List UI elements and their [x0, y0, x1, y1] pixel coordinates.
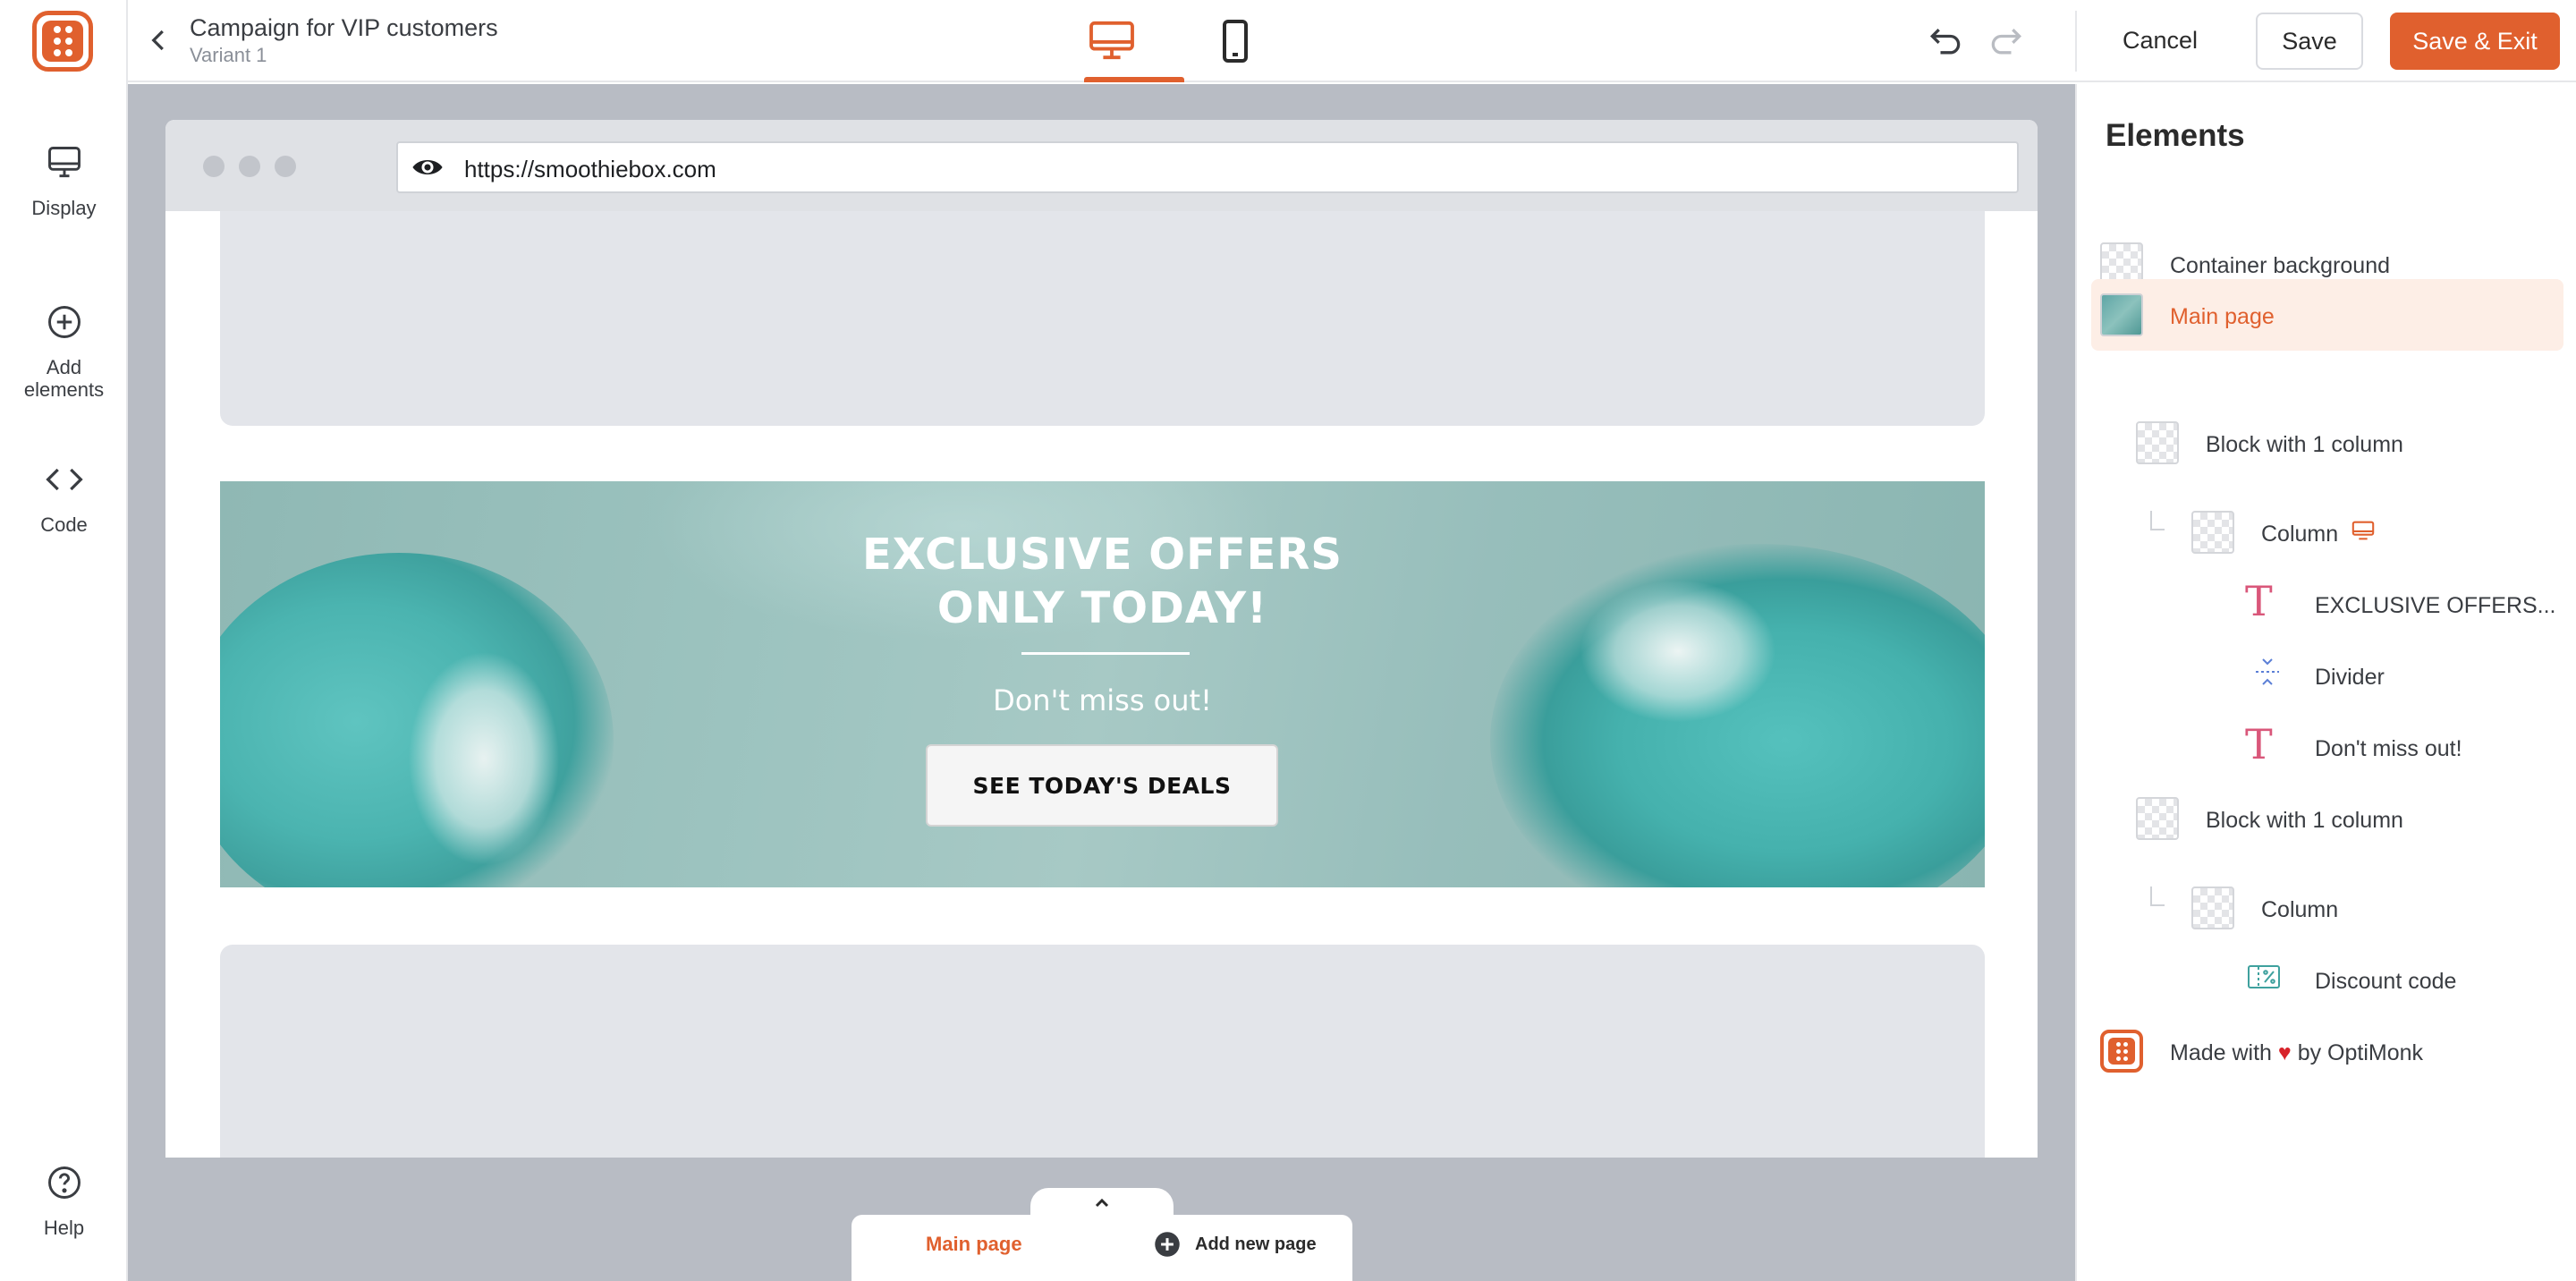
- elements-panel: Elements Container background Main page …: [2075, 84, 2576, 1281]
- chevron-left-icon[interactable]: [146, 25, 173, 55]
- code-icon: [45, 468, 83, 491]
- element-item-main-page[interactable]: Main page: [2091, 279, 2563, 351]
- desktop-device-icon[interactable]: [1085, 20, 1139, 61]
- heart-icon: ♥: [2277, 1040, 2292, 1065]
- see-deals-button[interactable]: SEE TODAY'S DEALS: [926, 744, 1278, 827]
- cancel-button[interactable]: Cancel: [2105, 13, 2216, 68]
- element-item-discount-code[interactable]: Discount code: [2091, 940, 2563, 1012]
- add-label-line2: elements: [23, 378, 105, 401]
- browser-chrome: https://smoothiebox.com: [165, 120, 2038, 211]
- transparent-thumb-icon: [2136, 797, 2179, 840]
- toolbar-divider: [2075, 11, 2077, 72]
- url-text: https://smoothiebox.com: [464, 156, 716, 182]
- optimonk-small-logo: [2100, 1030, 2143, 1073]
- element-label: Column: [2261, 897, 2339, 922]
- branding-label: Made with ♥ by OptiMonk: [2170, 1040, 2423, 1066]
- tree-connector: [2150, 887, 2165, 906]
- element-item-divider[interactable]: Divider: [2091, 636, 2563, 708]
- browser-preview: https://smoothiebox.com EXCLUSIVE OFFERS…: [165, 120, 2038, 1158]
- save-button[interactable]: Save: [2256, 13, 2363, 70]
- element-label: Don't miss out!: [2315, 736, 2462, 761]
- banner-divider: [1021, 652, 1190, 655]
- eye-icon: [412, 159, 443, 175]
- display-nav-item[interactable]: Display: [0, 143, 128, 219]
- help-icon: [47, 1166, 80, 1199]
- code-label: Code: [40, 513, 88, 536]
- branding-label-post: by OptiMonk: [2297, 1040, 2424, 1065]
- element-label: Column: [2261, 522, 2339, 547]
- desktop-only-icon: [2351, 521, 2375, 540]
- url-bar: https://smoothiebox.com: [396, 141, 2019, 193]
- transparent-thumb-icon: [2191, 887, 2234, 929]
- window-dot: [203, 156, 225, 177]
- campaign-title: Campaign for VIP customers: [190, 14, 498, 41]
- chevron-up-icon: [1095, 1198, 1109, 1208]
- banner-headline: EXCLUSIVE OFFERS ONLY TODAY!: [220, 528, 1985, 635]
- transparent-thumb-icon: [2136, 421, 2179, 464]
- banner-subtitle: Don't miss out!: [993, 683, 1212, 717]
- element-item-text-subtitle[interactable]: T Don't miss out!: [2091, 708, 2563, 779]
- add-label-line1: Add: [46, 356, 82, 378]
- headline-line1: EXCLUSIVE OFFERS: [862, 530, 1343, 580]
- campaign-banner[interactable]: EXCLUSIVE OFFERS ONLY TODAY! Don't miss …: [220, 481, 1985, 887]
- save-exit-button[interactable]: Save & Exit: [2390, 13, 2560, 70]
- pages-bar: Main page Add new page: [852, 1215, 1352, 1281]
- text-type-icon: T: [2245, 720, 2273, 768]
- undo-icon[interactable]: [1926, 21, 1965, 61]
- plus-circle-icon: [47, 306, 80, 338]
- text-type-icon: T: [2245, 577, 2273, 625]
- plus-circle-filled-icon: [1155, 1232, 1180, 1257]
- mobile-device-icon[interactable]: [1217, 20, 1253, 63]
- element-item-column[interactable]: Column: [2091, 869, 2563, 940]
- redo-icon[interactable]: [1987, 21, 2026, 61]
- help-label: Help: [43, 1217, 85, 1239]
- site-placeholder-block: [220, 945, 1985, 1158]
- element-item-block[interactable]: Block with 1 column: [2091, 403, 2563, 475]
- branding-label-pre: Made with: [2170, 1040, 2272, 1065]
- element-item-text-headline[interactable]: T EXCLUSIVE OFFERS...: [2091, 564, 2563, 636]
- transparent-thumb-icon: [2191, 511, 2234, 554]
- image-thumb-icon: [2100, 293, 2143, 336]
- variant-name: Variant 1: [190, 44, 267, 66]
- element-label: Block with 1 column: [2206, 432, 2403, 457]
- preview-page: EXCLUSIVE OFFERS ONLY TODAY! Don't miss …: [165, 211, 2038, 1158]
- code-nav-item[interactable]: Code: [0, 460, 128, 536]
- optimonk-logo[interactable]: [32, 11, 93, 72]
- window-dot: [239, 156, 260, 177]
- element-item-block[interactable]: Block with 1 column: [2091, 779, 2563, 851]
- monitor-icon: [47, 147, 80, 178]
- element-label: Container background: [2170, 253, 2390, 278]
- left-rail: Display Add elements Code Help: [0, 0, 128, 1281]
- divider-type-icon: [2256, 658, 2279, 685]
- add-new-page-label: Add new page: [1195, 1234, 1317, 1254]
- site-placeholder-block: [220, 211, 1985, 426]
- add-new-page-button[interactable]: Add new page: [1154, 1231, 1317, 1258]
- element-item-branding[interactable]: Made with ♥ by OptiMonk: [2091, 1012, 2563, 1083]
- element-label: EXCLUSIVE OFFERS...: [2315, 593, 2556, 618]
- element-label: Divider: [2315, 665, 2385, 690]
- top-bar: Campaign for VIP customers Variant 1 Can…: [128, 0, 2576, 82]
- element-label: Main page: [2170, 304, 2275, 329]
- coupon-type-icon: [2248, 965, 2280, 988]
- element-item-column[interactable]: Column: [2091, 493, 2563, 564]
- element-label: Discount code: [2315, 969, 2457, 994]
- editor-canvas: https://smoothiebox.com EXCLUSIVE OFFERS…: [128, 84, 2075, 1281]
- headline-line2: ONLY TODAY!: [936, 583, 1268, 633]
- active-device-indicator: [1084, 77, 1184, 82]
- display-label: Display: [31, 197, 97, 219]
- tab-main-page[interactable]: Main page: [926, 1233, 1022, 1256]
- help-nav-item[interactable]: Help: [0, 1163, 128, 1239]
- panel-title: Elements: [2106, 118, 2245, 153]
- element-label: Block with 1 column: [2206, 808, 2403, 833]
- add-elements-nav-item[interactable]: Add elements: [0, 302, 128, 401]
- tree-connector: [2150, 511, 2165, 530]
- window-dot: [275, 156, 296, 177]
